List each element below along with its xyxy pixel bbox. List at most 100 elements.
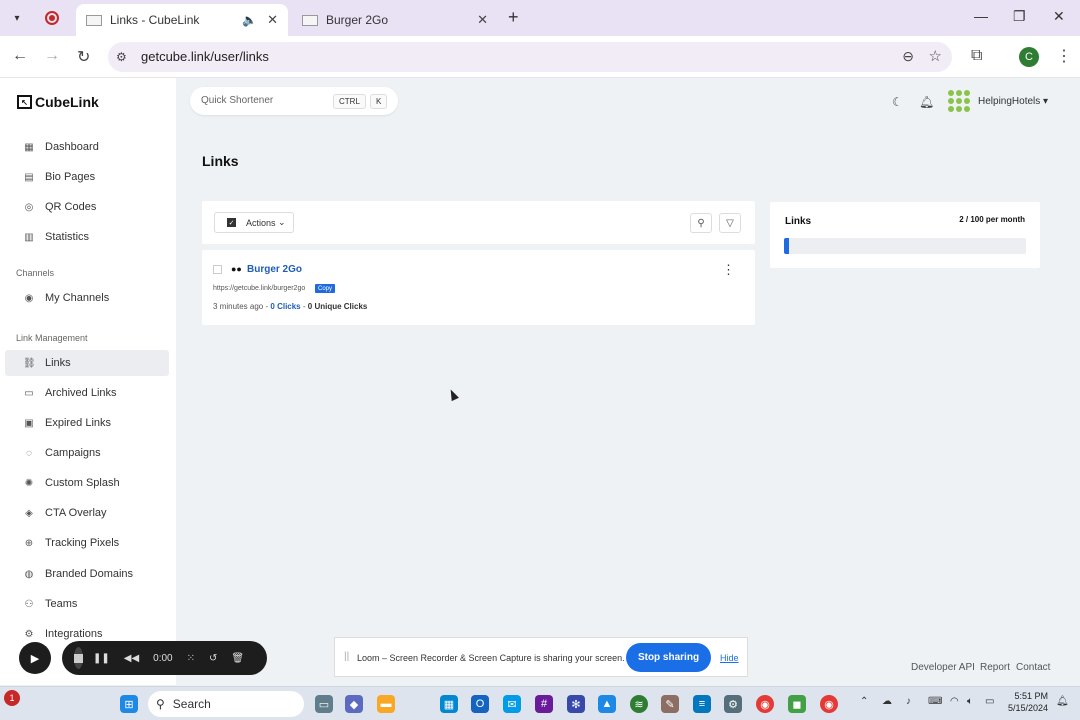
campaign-icon: ◌	[26, 447, 32, 459]
grid-icon[interactable]: ⁙	[187, 653, 195, 664]
settings-icon[interactable]: ⚙	[724, 695, 742, 713]
battery-icon[interactable]: ▭	[985, 696, 994, 707]
new-tab-icon[interactable]: +	[508, 7, 519, 28]
sidebar-item-expired-links[interactable]: ▣ Expired Links	[5, 410, 169, 436]
teams-icon[interactable]: ◆	[345, 695, 363, 713]
sidebar-item-tracking-pixels[interactable]: ⊕ Tracking Pixels	[5, 530, 169, 556]
volume-icon[interactable]: 🔈︎	[967, 696, 973, 707]
chevron-down-icon: ⌄	[275, 217, 286, 227]
restore-icon[interactable]: ❐	[1013, 8, 1026, 25]
footer-report[interactable]: Report	[980, 662, 1010, 673]
minimize-icon[interactable]: —	[974, 8, 988, 24]
notepad-icon[interactable]: ≡	[693, 695, 711, 713]
favicon-icon	[86, 14, 102, 26]
speaker-icon[interactable]: 🔈	[242, 13, 257, 27]
tray-chevron-icon[interactable]: ⌃	[860, 696, 868, 707]
sidebar-item-teams[interactable]: ⚇ Teams	[5, 591, 169, 617]
mail-icon[interactable]: ✉	[503, 695, 521, 713]
notification-badge[interactable]: 1	[4, 690, 20, 706]
close-tab-icon[interactable]: ✕	[267, 12, 278, 28]
spotify-icon[interactable]: ≋	[630, 695, 648, 713]
sidebar-item-campaigns[interactable]: ◌ Campaigns	[5, 440, 169, 466]
camera-toggle-button[interactable]: ▶	[19, 642, 51, 674]
tab-search-icon[interactable]: ▾	[8, 9, 26, 27]
sidebar-item-label: Links	[45, 357, 71, 369]
url-input[interactable]: ⚙ getcube.link/user/links ⊖ ☆	[108, 42, 952, 72]
extensions-icon[interactable]: ⧉	[971, 47, 982, 65]
browser-menu-icon[interactable]: ⋮	[1056, 46, 1072, 66]
sidebar-item-bio-pages[interactable]: ▤ Bio Pages	[5, 164, 169, 190]
line-icon[interactable]: ◼	[788, 695, 806, 713]
sidebar-item-branded-domains[interactable]: ◍ Branded Domains	[5, 561, 169, 587]
page-title: Links	[202, 153, 239, 169]
short-url[interactable]: https://getcube.link/burger2go	[213, 285, 305, 292]
wifi-icon[interactable]: ◠	[950, 696, 959, 707]
restart-icon[interactable]: ↺	[209, 653, 217, 664]
zoom-icon[interactable]: ⊖	[902, 48, 914, 65]
outlook-icon[interactable]: O	[471, 695, 489, 713]
microphone-icon[interactable]: ♪	[906, 696, 911, 707]
close-window-icon[interactable]: ✕	[1053, 8, 1065, 25]
notifications-icon[interactable]: 🔔︎	[1056, 696, 1069, 707]
pause-icon[interactable]: ❚❚	[93, 653, 110, 664]
chrome-icon[interactable]: ◉	[756, 695, 774, 713]
close-tab-icon[interactable]: ✕	[477, 12, 488, 28]
sidebar-item-qr-codes[interactable]: ◎ QR Codes	[5, 194, 169, 220]
clicks-count[interactable]: 0 Clicks	[270, 302, 300, 311]
slack-icon[interactable]: #	[535, 695, 553, 713]
hide-share-bar-link[interactable]: Hide	[720, 653, 739, 663]
notification-bell-icon[interactable]: 🔔︎	[919, 95, 934, 109]
link-title[interactable]: Burger 2Go	[247, 264, 302, 275]
back-icon[interactable]: ←	[12, 47, 28, 65]
copy-button[interactable]: Copy	[315, 284, 336, 293]
delete-icon[interactable]: 🗑︎	[231, 653, 244, 664]
avatar[interactable]	[946, 88, 972, 114]
row-checkbox[interactable]	[213, 265, 222, 274]
tab-burger2go[interactable]: Burger 2Go ✕	[292, 4, 498, 36]
chrome-profile-icon[interactable]: ◉	[820, 695, 838, 713]
logo[interactable]: ↖ CubeLink	[17, 94, 99, 110]
stop-recording-button[interactable]	[74, 647, 83, 669]
footer-developer-api[interactable]: Developer API	[911, 662, 975, 673]
user-menu[interactable]: HelpingHotels ▾	[978, 96, 1048, 107]
rewind-icon[interactable]: ◀◀	[124, 653, 139, 664]
stop-sharing-button[interactable]: Stop sharing	[626, 643, 711, 672]
filter-button[interactable]: ▽	[719, 213, 741, 233]
taskbar-search-input[interactable]: ⚲ Search	[148, 691, 304, 717]
usage-count: 2 / 100 per month	[959, 215, 1025, 224]
store-icon[interactable]: ▦	[440, 695, 458, 713]
quick-shortener-input[interactable]: Quick Shortener CTRL K	[190, 87, 398, 115]
search-icon: ⚲	[156, 697, 165, 711]
actions-dropdown[interactable]: ✓ Actions ⌄	[214, 212, 294, 233]
select-all-checkbox[interactable]: ✓	[227, 218, 236, 227]
loom-icon[interactable]: ✻	[567, 695, 585, 713]
forward-icon[interactable]: →	[44, 47, 60, 65]
file-explorer-icon[interactable]: ▬	[377, 695, 395, 713]
sidebar-item-my-channels[interactable]: ◉ My Channels	[5, 285, 169, 311]
bookmark-star-icon[interactable]: ☆	[929, 47, 942, 65]
dark-mode-icon[interactable]: ☾	[892, 95, 903, 109]
tab-links[interactable]: Links - CubeLink 🔈 ✕	[76, 4, 288, 36]
sidebar-item-cta-overlay[interactable]: ◈ CTA Overlay	[5, 500, 169, 526]
reload-icon[interactable]: ↻	[77, 47, 90, 67]
keyboard-icon[interactable]: ⌨	[928, 696, 942, 707]
task-view-icon[interactable]: ▭	[315, 695, 333, 713]
windows-start-icon[interactable]: ⊞	[120, 695, 138, 713]
book-icon: ▤	[24, 171, 34, 183]
sidebar-item-dashboard[interactable]: ▦ Dashboard	[5, 134, 169, 160]
footer-contact[interactable]: Contact	[1016, 662, 1050, 673]
more-options-icon[interactable]: ⋮	[722, 262, 735, 278]
sidebar-item-custom-splash[interactable]: ✺ Custom Splash	[5, 470, 169, 496]
search-button[interactable]: ⚲	[690, 213, 712, 233]
sidebar-item-label: Campaigns	[45, 447, 101, 459]
site-info-icon[interactable]: ⚙	[116, 50, 127, 64]
sidebar-item-statistics[interactable]: ▥ Statistics	[5, 224, 169, 250]
taskbar-clock[interactable]: 5:51 PM 5/15/2024	[1008, 690, 1048, 714]
app-icon[interactable]: ▲	[598, 695, 616, 713]
sidebar-item-links[interactable]: ⛓ Links	[5, 350, 169, 376]
drag-handle-icon[interactable]: ||	[344, 651, 349, 662]
sidebar-item-archived-links[interactable]: ▭ Archived Links	[5, 380, 169, 406]
profile-avatar[interactable]: C	[1019, 47, 1039, 67]
paint-icon[interactable]: ✎	[661, 695, 679, 713]
onedrive-icon[interactable]: ☁	[882, 696, 892, 707]
